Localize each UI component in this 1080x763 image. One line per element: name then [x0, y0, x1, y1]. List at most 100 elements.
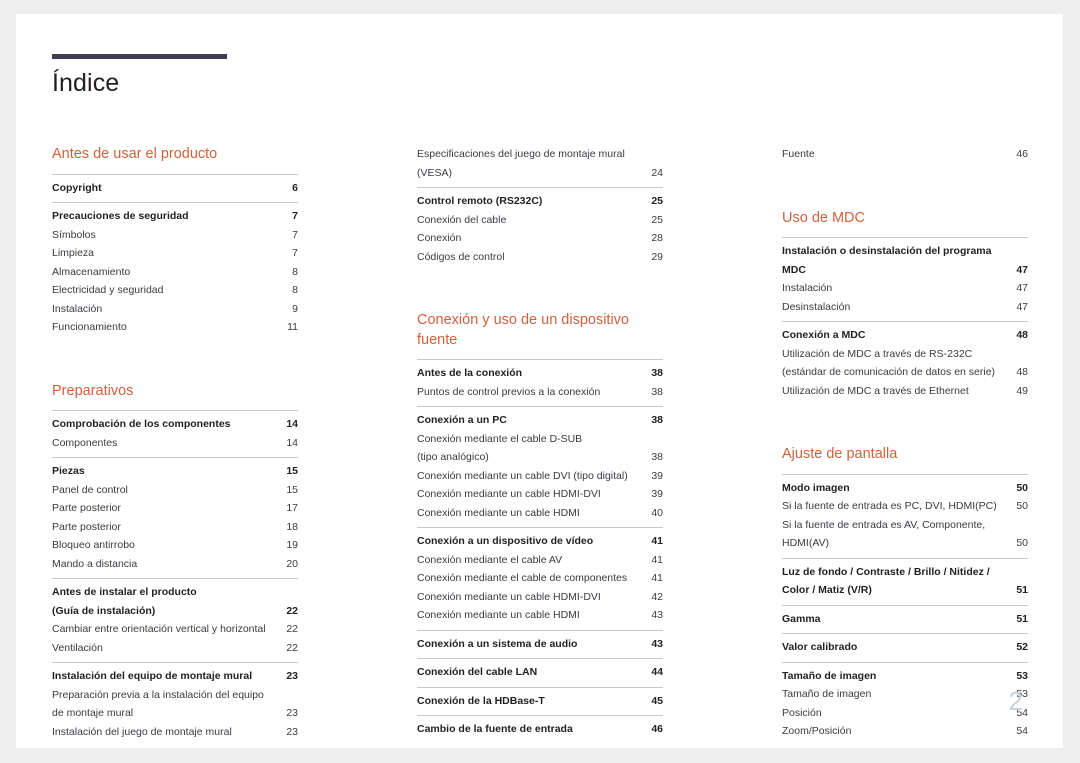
- toc-entry-page: 39: [651, 469, 663, 482]
- toc-entry-primary[interactable]: Conexión de la HDBase-T 45: [417, 692, 663, 711]
- toc-group: Piezas 15 Panel de control 15 Parte posterio…: [52, 457, 298, 578]
- toc-entry-label: Conexión de la HDBase-T: [417, 694, 545, 707]
- toc-entry-sub[interactable]: de montaje mural 23: [52, 704, 298, 723]
- toc-entry-primary[interactable]: Conexión a un dispositivo de vídeo 41: [417, 532, 663, 551]
- toc-entry-primary[interactable]: Color / Matiz (V/R) 51: [782, 581, 1028, 600]
- toc-entry-sub[interactable]: Bloqueo antirrobo 19: [52, 536, 298, 555]
- toc-entry-sub[interactable]: Puntos de control previos a la conexión 3…: [417, 383, 663, 402]
- toc-entry-label: Conexión mediante un cable HDMI-DVI: [417, 590, 601, 603]
- toc-group: Precauciones de seguridad 7 Símbolos 7 Limpi…: [52, 202, 298, 342]
- toc-entry-sub[interactable]: Zoom/Posición 54: [782, 722, 1028, 741]
- toc-entry-sub[interactable]: Ventilación 22: [52, 639, 298, 658]
- toc-entry-sub[interactable]: (tipo analógico) 38: [417, 448, 663, 467]
- toc-entry-label: Posición: [782, 706, 822, 719]
- toc-entry-sub[interactable]: HDMI(AV) 50: [782, 534, 1028, 553]
- toc-entry-sub[interactable]: Conexión mediante el cable D-SUB: [417, 430, 663, 449]
- toc-entry-sub[interactable]: Conexión mediante el cable AV 41: [417, 551, 663, 570]
- toc-entry-label: Gamma: [782, 612, 821, 625]
- toc-entry-page: 25: [651, 213, 663, 226]
- toc-entry-sub[interactable]: Conexión mediante un cable HDMI-DVI 39: [417, 485, 663, 504]
- toc-entry-primary[interactable]: Antes de instalar el producto: [52, 583, 298, 602]
- toc-entry-sub[interactable]: Fuente 46: [782, 145, 1028, 164]
- toc-entry-label: Conexión: [417, 232, 462, 244]
- toc-entry-page: 50: [1016, 500, 1028, 513]
- toc-entry-primary[interactable]: Precauciones de seguridad 7: [52, 207, 298, 226]
- toc-entry-sub[interactable]: Parte posterior 17: [52, 499, 298, 518]
- toc-entry-sub[interactable]: Panel de control 15: [52, 481, 298, 500]
- toc-entry-label: Conexión a MDC: [782, 329, 866, 342]
- toc-entry-sub[interactable]: Especificaciones del juego de montaje mu…: [417, 145, 663, 164]
- toc-entry-sub[interactable]: Desinstalación 47: [782, 298, 1028, 317]
- toc-entry-label: Conexión mediante el cable D-SUB: [417, 432, 583, 445]
- toc-entry-primary[interactable]: Conexión del cable LAN 44: [417, 663, 663, 682]
- toc-entry-label: Conexión del cable LAN: [417, 666, 538, 679]
- toc-entry-label: Si la fuente de entrada es PC, DVI, HDMI…: [782, 500, 997, 513]
- toc-entry-page: 40: [651, 506, 663, 519]
- toc-entry-primary[interactable]: Conexión a un sistema de audio 43: [417, 635, 663, 654]
- toc-entry-sub[interactable]: Si la fuente de entrada es PC, DVI, HDMI…: [782, 497, 1028, 516]
- toc-entry-page: 24: [651, 166, 663, 179]
- toc-entry-page: 14: [286, 418, 298, 431]
- toc-entry-primary[interactable]: Conexión a MDC 48: [782, 326, 1028, 345]
- toc-entry-sub[interactable]: Tamaño de imagen 53: [782, 685, 1028, 704]
- toc-entry-sub[interactable]: Conexión mediante un cable DVI (tipo dig…: [417, 467, 663, 486]
- section-heading: Antes de usar el producto: [52, 146, 218, 162]
- toc-entry-sub[interactable]: (VESA) 24: [417, 164, 663, 183]
- toc-entry-sub[interactable]: Conexión mediante un cable HDMI-DVI 42: [417, 588, 663, 607]
- toc-entry-sub[interactable]: Mando a distancia 20: [52, 555, 298, 574]
- toc-entry-label: Cambio de la fuente de entrada: [417, 723, 573, 736]
- toc-entry-sub[interactable]: Componentes 14: [52, 434, 298, 453]
- toc-entry-sub[interactable]: Electricidad y seguridad 8: [52, 281, 298, 300]
- toc-group: Conexión a un PC 38 Conexión mediante el c…: [417, 406, 663, 527]
- toc-entry-primary[interactable]: Modo imagen 50: [782, 479, 1028, 498]
- toc-entry-label: Cambiar entre orientación vertical y hor…: [52, 623, 266, 636]
- toc-entry-primary[interactable]: Instalación del equipo de montaje mural 2…: [52, 667, 298, 686]
- toc-entry-primary[interactable]: Conexión a un PC 38: [417, 411, 663, 430]
- toc-entry-primary[interactable]: Tamaño de imagen 53: [782, 667, 1028, 686]
- toc-entry-sub[interactable]: Códigos de control 29: [417, 248, 663, 267]
- toc-entry-sub[interactable]: Limpieza 7: [52, 244, 298, 263]
- toc-entry-primary[interactable]: Luz de fondo / Contraste / Brillo / Niti…: [782, 563, 1028, 582]
- toc-entry-sub[interactable]: Utilización de MDC a través de Ethernet 4…: [782, 382, 1028, 401]
- toc-entry-primary[interactable]: Cambio de la fuente de entrada 46: [417, 720, 663, 739]
- toc-entry-sub[interactable]: Cambiar entre orientación vertical y hor…: [52, 620, 298, 639]
- toc-entry-primary[interactable]: MDC 47: [782, 261, 1028, 280]
- toc-entry-sub[interactable]: Almacenamiento 8: [52, 263, 298, 282]
- toc-entry-sub[interactable]: Instalación 9: [52, 300, 298, 319]
- toc-entry-page: 51: [1016, 584, 1028, 597]
- toc-entry-sub[interactable]: Posición 54: [782, 704, 1028, 723]
- toc-entry-sub[interactable]: Conexión 28: [417, 229, 663, 248]
- toc-entry-sub[interactable]: Conexión mediante un cable HDMI 40: [417, 504, 663, 523]
- toc-entry-label: (Guía de instalación): [52, 604, 156, 617]
- toc-entry-page: 38: [651, 451, 663, 464]
- toc-entry-sub[interactable]: (estándar de comunicación de datos en se…: [782, 363, 1028, 382]
- toc-entry-primary[interactable]: Instalación o desinstalación del program…: [782, 242, 1028, 261]
- toc-entry-label: Piezas: [52, 465, 85, 478]
- toc-entry-page: 48: [1016, 329, 1028, 342]
- toc-entry-label: Electricidad y seguridad: [52, 284, 164, 297]
- toc-entry-sub[interactable]: Preparación previa a la instalación del …: [52, 686, 298, 705]
- toc-entry-sub[interactable]: Si la fuente de entrada es AV, Component…: [782, 516, 1028, 535]
- toc-entry-primary[interactable]: Control remoto (RS232C) 25: [417, 192, 663, 211]
- toc-entry-label: Conexión mediante un cable DVI (tipo dig…: [417, 469, 628, 482]
- toc-entry-primary[interactable]: (Guía de instalación) 22: [52, 602, 298, 621]
- toc-entry-page: 47: [1016, 282, 1028, 295]
- toc-entry-sub[interactable]: Utilización de MDC a través de RS-232C: [782, 345, 1028, 364]
- toc-entry-primary[interactable]: Comprobación de los componentes 14: [52, 415, 298, 434]
- toc-entry-primary[interactable]: Copyright 6: [52, 179, 298, 198]
- toc-entry-primary[interactable]: Valor calibrado 52: [782, 638, 1028, 657]
- toc-entry-primary[interactable]: Gamma 51: [782, 610, 1028, 629]
- toc-entry-page: 47: [1016, 263, 1028, 276]
- toc-entry-sub[interactable]: Conexión mediante el cable de componente…: [417, 569, 663, 588]
- toc-entry-sub[interactable]: Instalación 47: [782, 279, 1028, 298]
- toc-entry-sub[interactable]: Conexión del cable 25: [417, 211, 663, 230]
- toc-group: Conexión a un sistema de audio 43: [417, 629, 663, 659]
- toc-entry-sub[interactable]: Instalación del juego de montaje mural 23: [52, 723, 298, 742]
- toc-entry-primary[interactable]: Antes de la conexión 38: [417, 364, 663, 383]
- toc-entry-page: 47: [1016, 300, 1028, 313]
- toc-entry-sub[interactable]: Parte posterior 18: [52, 518, 298, 537]
- toc-entry-sub[interactable]: Conexión mediante un cable HDMI 43: [417, 606, 663, 625]
- toc-entry-sub[interactable]: Funcionamiento 11: [52, 318, 298, 337]
- toc-entry-primary[interactable]: Piezas 15: [52, 462, 298, 481]
- toc-entry-sub[interactable]: Símbolos 7: [52, 226, 298, 245]
